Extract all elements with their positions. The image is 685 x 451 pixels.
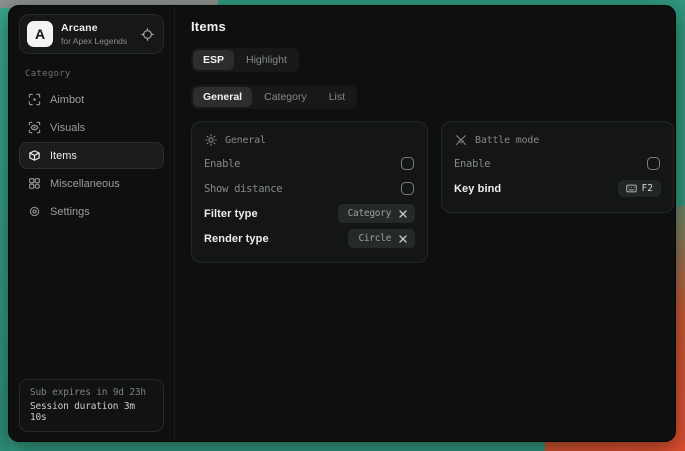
sidebar-item-miscellaneous[interactable]: Miscellaneous [19, 170, 164, 197]
setting-row-show-distance: Show distance [204, 176, 415, 201]
selected-value: Category [348, 208, 391, 219]
crosshair-scan-icon [28, 93, 41, 106]
show-distance-checkbox[interactable] [401, 182, 414, 195]
setting-label: Enable [204, 158, 240, 170]
sidebar-item-aimbot[interactable]: Aimbot [19, 86, 164, 113]
setting-row-render-type: Render type Circle [204, 226, 415, 251]
key-bind-value: F2 [642, 183, 653, 194]
setting-row-enable: Enable [454, 151, 661, 176]
setting-label: Enable [454, 158, 490, 170]
remove-icon[interactable] [399, 210, 407, 218]
page-title: Items [191, 19, 674, 34]
panel-general: General Enable Show distance Filter type… [191, 121, 428, 263]
remove-icon[interactable] [399, 235, 407, 243]
setting-label: Key bind [454, 183, 501, 195]
setting-label: Filter type [204, 208, 258, 220]
sidebar-item-items[interactable]: Items [19, 142, 164, 169]
panels-row: General Enable Show distance Filter type… [191, 121, 674, 263]
mode-tab-group: ESP Highlight [191, 48, 299, 72]
app-subtitle: for Apex Legends [61, 36, 133, 46]
panel-general-header: General [205, 134, 415, 146]
panel-battle-mode: Battle mode Enable Key bind [441, 121, 674, 213]
panel-title: Battle mode [475, 135, 539, 146]
sub-expires-text: Sub expires in 9d 23h [30, 387, 153, 398]
tab-general[interactable]: General [193, 87, 252, 107]
crosshair-target-icon[interactable] [141, 28, 154, 41]
sidebar-item-label: Aimbot [50, 94, 84, 106]
tab-esp[interactable]: ESP [193, 50, 234, 70]
render-type-select[interactable]: Circle [348, 229, 415, 248]
sidebar-item-label: Miscellaneous [50, 178, 120, 190]
key-bind-button[interactable]: F2 [618, 180, 661, 197]
setting-label: Show distance [204, 183, 282, 195]
swords-icon [455, 134, 467, 146]
tab-highlight[interactable]: Highlight [236, 50, 297, 70]
grid-icon [28, 177, 41, 190]
view-tab-group: General Category List [191, 85, 357, 109]
setting-label: Render type [204, 233, 269, 245]
subscription-status-card: Sub expires in 9d 23h Session duration 3… [19, 379, 164, 432]
gear-icon [28, 205, 41, 218]
session-duration-text: Session duration 3m 10s [30, 401, 153, 423]
tab-list[interactable]: List [319, 87, 355, 107]
panel-battle-mode-header: Battle mode [455, 134, 661, 146]
app-window: A Arcane for Apex Legends Category [8, 5, 676, 442]
brand-text: Arcane for Apex Legends [61, 22, 133, 46]
sidebar-item-label: Items [50, 150, 77, 162]
sidebar-item-label: Visuals [50, 122, 85, 134]
setting-row-enable: Enable [204, 151, 415, 176]
app-title: Arcane [61, 22, 133, 34]
sidebar-item-settings[interactable]: Settings [19, 198, 164, 225]
sidebar-item-label: Settings [50, 206, 90, 218]
app-logo: A [27, 21, 53, 47]
brand-card[interactable]: A Arcane for Apex Legends [19, 14, 164, 54]
setting-row-filter-type: Filter type Category [204, 201, 415, 226]
enable-checkbox[interactable] [401, 157, 414, 170]
panel-title: General [225, 135, 266, 146]
sidebar: A Arcane for Apex Legends Category [9, 6, 175, 441]
eye-scan-icon [28, 121, 41, 134]
sun-icon [205, 134, 217, 146]
sidebar-section-label: Category [25, 69, 164, 79]
filter-type-select[interactable]: Category [338, 204, 415, 223]
selected-value: Circle [358, 233, 391, 244]
sidebar-item-visuals[interactable]: Visuals [19, 114, 164, 141]
tab-category[interactable]: Category [254, 87, 317, 107]
main-content: Items ESP Highlight General Category Lis… [175, 6, 676, 441]
keyboard-icon [626, 184, 637, 193]
setting-row-key-bind: Key bind F2 [454, 176, 661, 201]
battle-enable-checkbox[interactable] [647, 157, 660, 170]
package-icon [28, 149, 41, 162]
